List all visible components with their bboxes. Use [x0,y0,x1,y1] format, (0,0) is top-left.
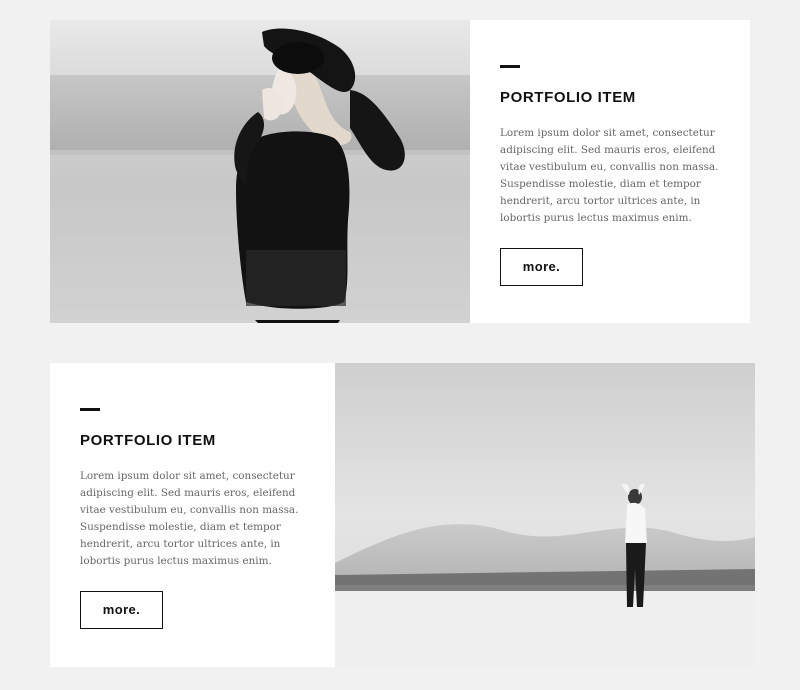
portfolio-title: PORTFOLIO ITEM [500,89,636,106]
more-button[interactable]: more. [80,591,163,629]
more-button[interactable]: more. [500,248,583,286]
portfolio-photo-woman-hat [50,20,470,323]
portfolio-description: Lorem ipsum dolor sit amet, consectetur … [500,127,719,224]
title-accent-bar [500,65,520,68]
portfolio-description: Lorem ipsum dolor sit amet, consectetur … [80,470,299,567]
portfolio-card-2: PORTFOLIO ITEM Lorem ipsum dolor sit ame… [50,363,755,667]
portfolio-text-1: PORTFOLIO ITEM Lorem ipsum dolor sit ame… [470,20,755,323]
portfolio-text-2: PORTFOLIO ITEM Lorem ipsum dolor sit ame… [50,363,335,667]
portfolio-card-1: PORTFOLIO ITEM Lorem ipsum dolor sit ame… [50,20,750,323]
portfolio-title: PORTFOLIO ITEM [80,432,216,449]
title-accent-bar [80,408,100,411]
portfolio-photo-snow-field [335,363,755,667]
